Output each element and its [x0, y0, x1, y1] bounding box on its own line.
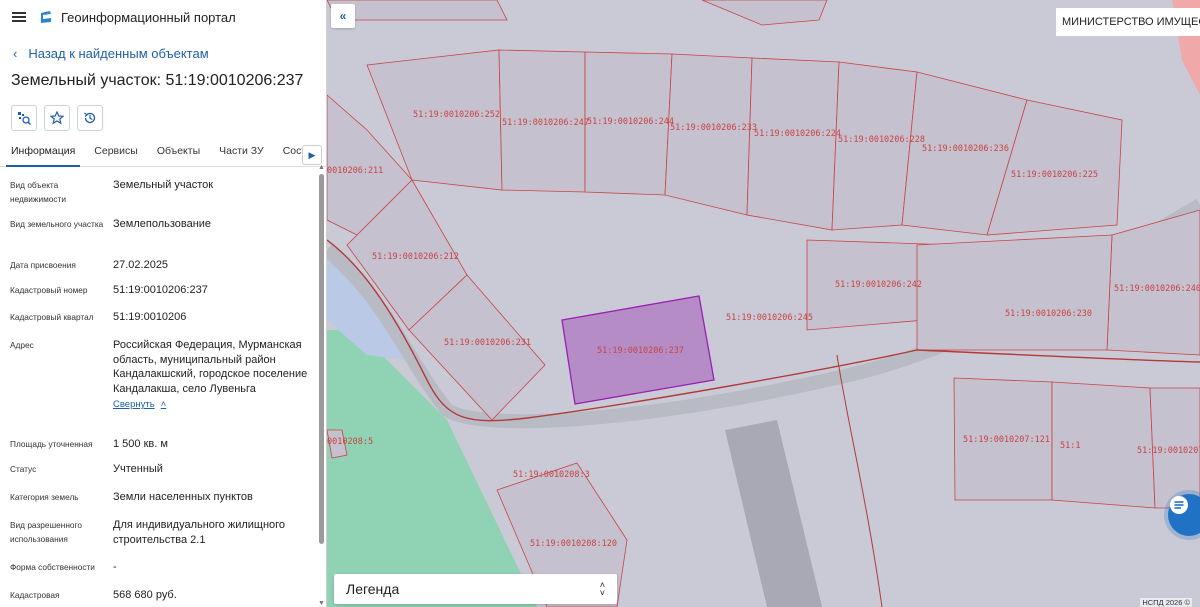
scroll-thumb[interactable]	[319, 174, 324, 544]
back-link[interactable]: ‹ Назад к найденным объектам	[0, 44, 326, 62]
property-value: Учтенный	[113, 463, 163, 475]
property-label: Дата присвоения	[10, 260, 76, 270]
portal-logo-icon	[41, 11, 51, 23]
address-value: Российская Федерация, Мурманская область…	[113, 338, 311, 413]
parcel-label: 51:19:0010206:212	[372, 252, 459, 262]
parcel-label: 51:19:0010206:233	[670, 123, 757, 133]
property-label: Кадастровая	[10, 590, 60, 600]
chevron-right-icon: ▶	[308, 149, 316, 160]
parcel-label: 0010206:211	[327, 166, 383, 176]
property-label: Вид разрешенного использования	[10, 520, 82, 544]
history-button[interactable]	[77, 105, 103, 131]
tab-objects[interactable]: Объекты	[152, 145, 205, 166]
boundary-line	[836, 354, 883, 607]
parcel-label: 51:19:0010206:225	[1011, 170, 1098, 180]
legend-label: Легенда	[346, 581, 400, 597]
legend-selector[interactable]: Легенда ˄ ˅	[334, 574, 617, 604]
top-bar: Геоинформационный портал	[0, 0, 326, 34]
parcel-label: 51:19:0010206:247	[502, 118, 589, 128]
property-label: Кадастровый номер	[10, 285, 88, 295]
scroll-down-icon[interactable]: ▼	[318, 600, 325, 607]
property-label: Статус	[10, 464, 37, 474]
property-value: Для индивидуального жилищного строительс…	[113, 519, 286, 546]
parcel-label: 51:19:0010206:245	[726, 313, 813, 323]
ministry-label: МИНИСТЕРСТВО ИМУЩЕСТВА	[1056, 8, 1200, 36]
property-value: 1 500 кв. м	[113, 438, 168, 450]
menu-icon[interactable]	[12, 12, 26, 22]
favorite-button[interactable]	[44, 105, 70, 131]
property-value: 568 680 руб.	[113, 589, 177, 601]
parcel-label: 51:19:0010207	[1137, 446, 1200, 456]
chevron-up-icon: ˄	[160, 399, 167, 410]
tab-services[interactable]: Сервисы	[89, 145, 143, 166]
parcel-label: 51:19:0010206:224	[754, 129, 841, 139]
tab-parts[interactable]: Части ЗУ	[214, 145, 269, 166]
parcel-label: 51:19:0010206:252	[413, 110, 500, 120]
parcel-label: 0010208:5	[327, 437, 373, 447]
star-icon	[50, 111, 64, 125]
cadastral-map[interactable]: 51:19:0010206:252 51:19:0010206:247 51:1…	[327, 0, 1200, 607]
action-buttons	[0, 105, 326, 131]
info-panel: Геоинформационный портал ‹ Назад к найде…	[0, 0, 327, 607]
double-chevron-left-icon: «	[339, 9, 347, 23]
property-value: 51:19:0010206	[113, 311, 187, 323]
expand-collapse-icon: ˄ ˅	[599, 580, 605, 598]
locate-on-map-button[interactable]	[11, 105, 37, 131]
cadastral-number-value: 51:19:0010206:237	[113, 284, 208, 296]
tabs-next-button[interactable]: ▶	[302, 145, 322, 165]
road-strip	[725, 420, 822, 607]
tab-information[interactable]: Информация	[6, 145, 81, 167]
parcel-label: 51:19:0010206:242	[835, 280, 922, 290]
portal-title: Геоинформационный портал	[61, 9, 236, 25]
parcel-label-selected: 51:19:0010206:237	[597, 346, 684, 356]
parcel-label: 51:19:0010206:236	[922, 144, 1009, 154]
property-value: Земельный участок	[113, 179, 214, 191]
parcel-label: 51:19:0010208:3	[513, 470, 590, 480]
parcel-label: 51:19:0010206:240	[1114, 284, 1200, 294]
map-view[interactable]: 51:19:0010206:252 51:19:0010206:247 51:1…	[327, 0, 1200, 607]
property-label: Вид земельного участка	[10, 219, 104, 229]
parcel-label: 51:19:0010206:231	[444, 338, 531, 348]
collapse-label: Свернуть	[113, 399, 155, 410]
panel-scrollbar[interactable]: ▲ ▼	[317, 164, 326, 607]
chevron-left-icon: ‹	[13, 45, 18, 61]
parcel-label: 51:1	[1060, 441, 1080, 451]
chat-icon	[1170, 496, 1188, 514]
property-label: Вид объекта недвижимости	[10, 180, 66, 204]
property-label: Кадастровый квартал	[10, 312, 94, 322]
parcel-label: 51:19:0010207:121	[963, 435, 1050, 445]
tab-bar: Информация Сервисы Объекты Части ЗУ Сост…	[0, 139, 326, 167]
scroll-up-icon[interactable]: ▲	[318, 164, 325, 171]
back-link-label: Назад к найденным объектам	[28, 45, 209, 61]
collapse-address-link[interactable]: Свернуть ˄	[113, 398, 166, 413]
collapse-panel-button[interactable]: «	[331, 4, 355, 28]
property-value: Земли населенных пунктов	[113, 491, 253, 503]
parcel-label: 51:19:0010206:228	[838, 135, 925, 145]
property-value: 27.02.2025	[113, 259, 169, 271]
property-value: -	[113, 561, 117, 573]
page-title: Земельный участок: 51:19:0010206:237	[11, 72, 304, 89]
copyright: НСПД 2026 ©	[1140, 598, 1192, 607]
property-label: Категория земель	[10, 492, 79, 502]
parcel-label: 51:19:0010208:120	[530, 539, 617, 549]
parcel-label: 51:19:0010206:230	[1005, 309, 1092, 319]
property-label: Форма собственности	[10, 562, 95, 572]
address-text: Российская Федерация, Мурманская область…	[113, 339, 308, 395]
property-label: Адрес	[10, 340, 34, 350]
map-search-icon	[18, 112, 31, 125]
property-label: Площадь уточненная	[10, 439, 93, 449]
history-icon	[84, 112, 96, 124]
parcel-label: 51:19:0010206:244	[587, 117, 674, 127]
property-value: Землепользование	[113, 218, 212, 230]
